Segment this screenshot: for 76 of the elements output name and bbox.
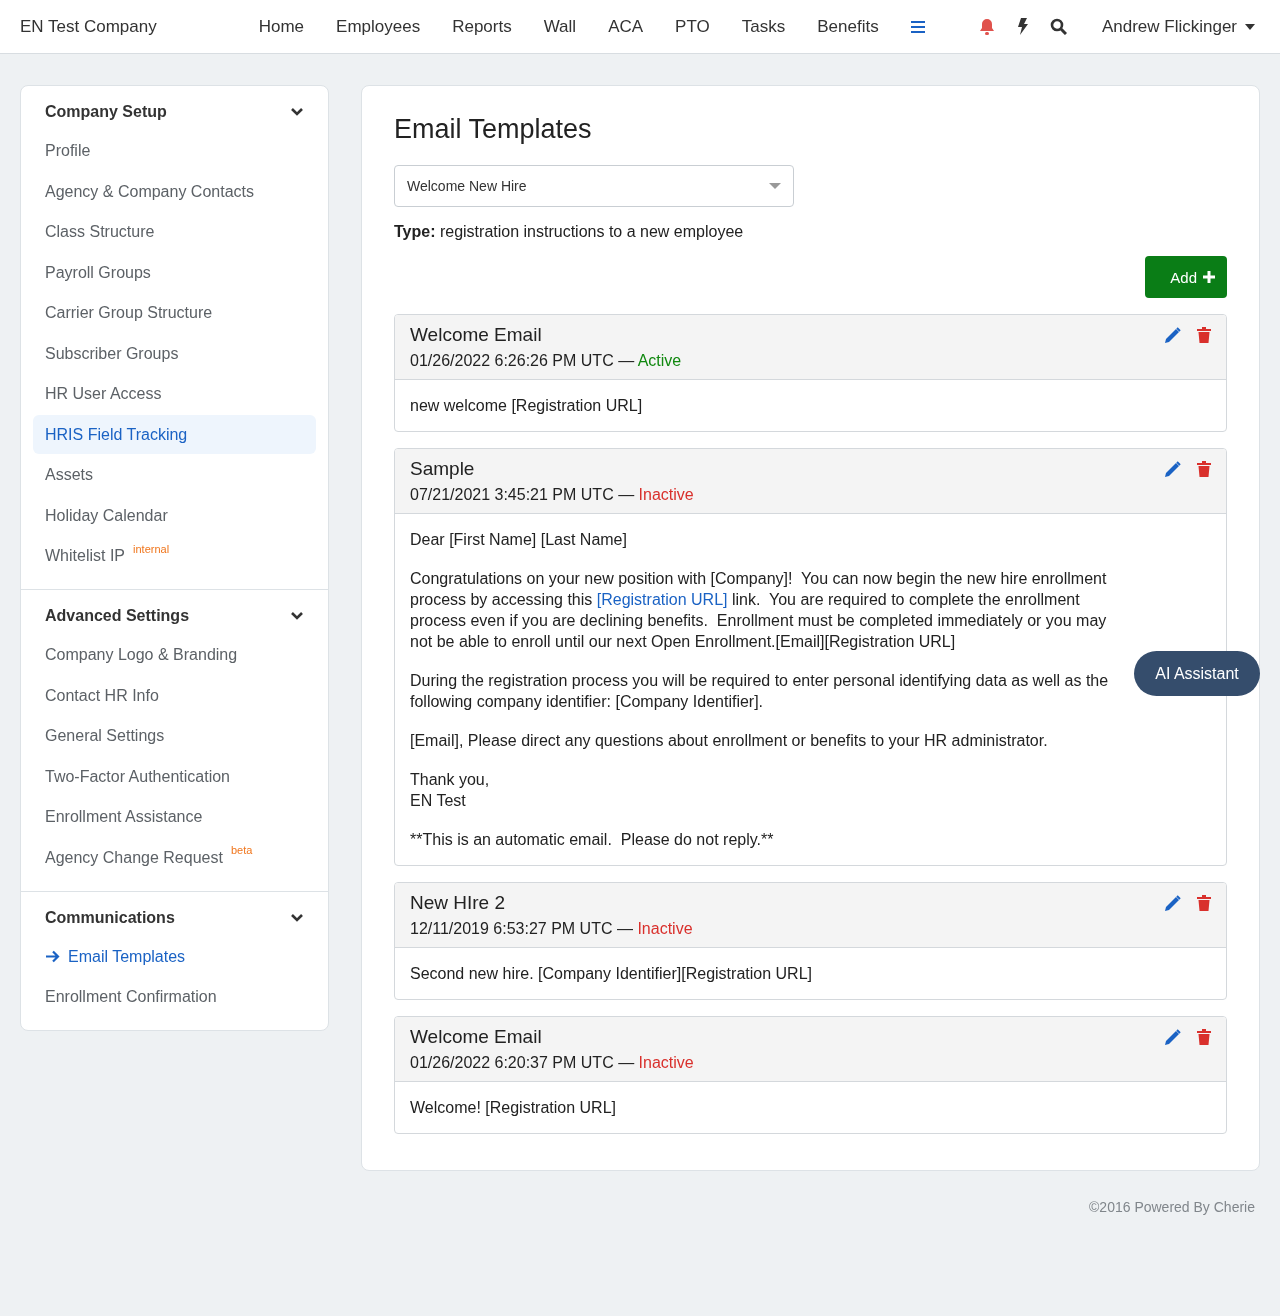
nav-link[interactable]: Home bbox=[242, 16, 321, 37]
sidebar-item[interactable]: Profile bbox=[33, 131, 316, 171]
sidebar-item[interactable]: Agency & Company Contacts bbox=[33, 172, 316, 211]
nav-link[interactable]: Reports bbox=[436, 16, 528, 37]
arrow-right-icon bbox=[45, 950, 60, 963]
sidebar-item[interactable]: Whitelist IP $^{internal}$ bbox=[33, 536, 316, 576]
sidebar-item[interactable]: HRIS Field Tracking bbox=[33, 415, 316, 454]
sidebar-item[interactable]: Company Logo & Branding bbox=[33, 635, 316, 675]
body-paragraph: Congratulations on your new position with [Company]! You can now begin the new hire enrollment process by accessing this [Registration URL] link. You are required to complete the enrollment process even if you are declining benefits. Enrollment must be completed immediately or you may not be able to enroll until our next Open Enrollment.[Email][Registration URL] bbox=[410, 569, 1108, 652]
caret-down-icon[interactable] bbox=[1245, 23, 1255, 30]
sidebar-item[interactable]: Assets bbox=[33, 455, 316, 495]
template-title: Welcome Email bbox=[410, 324, 543, 346]
user-menu[interactable]: Andrew Flickinger bbox=[1101, 16, 1255, 37]
pencil-icon[interactable] bbox=[1164, 327, 1181, 344]
body-paragraph: Thank you, EN Test bbox=[410, 770, 491, 811]
sidebar-item[interactable]: General Settings bbox=[33, 716, 316, 756]
nav-link[interactable]: Wall bbox=[527, 16, 593, 37]
trash-icon[interactable] bbox=[1197, 461, 1211, 477]
chevron-down-icon bbox=[290, 611, 304, 621]
nav-link[interactable]: Employees bbox=[320, 16, 437, 37]
nav-link[interactable]: PTO bbox=[659, 16, 726, 37]
body-paragraph: new welcome [Registration URL] bbox=[410, 396, 644, 416]
template-title: New HIre 2 bbox=[410, 892, 507, 914]
add-button[interactable]: Add bbox=[1145, 256, 1227, 298]
bell-icon[interactable] bbox=[978, 18, 995, 35]
template-title: Sample bbox=[410, 458, 476, 480]
body-paragraph: Second new hire. [Company Identifier][Registration URL] bbox=[410, 964, 813, 984]
body-paragraph: During the registration process you will be required to enter personal identifying data as well as the following company identifier: [Company Identifier]. bbox=[410, 671, 1110, 712]
trash-icon[interactable] bbox=[1197, 1029, 1211, 1045]
sidebar-item[interactable]: Holiday Calendar bbox=[33, 496, 316, 535]
trash-icon[interactable] bbox=[1197, 327, 1211, 343]
sidebar-item[interactable]: Email Templates bbox=[33, 937, 316, 976]
pencil-icon[interactable] bbox=[1164, 1029, 1181, 1046]
sidebar-item[interactable]: Enrollment Confirmation bbox=[33, 977, 316, 1017]
superscript-label: beta bbox=[230, 844, 253, 856]
template-select[interactable]: Welcome New Hire bbox=[394, 165, 794, 207]
plus-icon bbox=[1203, 271, 1215, 283]
superscript-label: internal bbox=[133, 542, 170, 555]
pencil-icon[interactable] bbox=[1164, 461, 1181, 478]
nav-link[interactable]: Benefits bbox=[801, 16, 895, 37]
menu-icon[interactable] bbox=[910, 20, 925, 33]
section-title[interactable]: Company Setup bbox=[45, 103, 167, 121]
sidebar-item[interactable]: Two-Factor Authentication bbox=[33, 757, 316, 796]
ai-assistant-button[interactable]: AI Assistant bbox=[1134, 651, 1260, 696]
sidebar-item[interactable]: Agency Change Request $^{beta}$ bbox=[33, 838, 316, 877]
section-title[interactable]: Advanced Settings bbox=[45, 607, 190, 625]
body-paragraph: [Email], Please direct any questions about enrollment or benefits to your HR administrator. bbox=[410, 731, 1049, 751]
registration-link[interactable]: [Registration URL] bbox=[596, 591, 728, 608]
company-name[interactable]: EN Test Company bbox=[20, 16, 157, 37]
page-title: Email Templates bbox=[394, 114, 593, 145]
nav-link[interactable]: ACA bbox=[592, 16, 660, 37]
lightning-icon[interactable] bbox=[1016, 18, 1028, 35]
template-title: Welcome Email bbox=[410, 1026, 543, 1048]
section-title[interactable]: Communications bbox=[45, 908, 175, 927]
chevron-down-icon bbox=[290, 912, 304, 923]
footer-text: ©2016 Powered By Cherie bbox=[1089, 1199, 1255, 1215]
search-icon[interactable] bbox=[1049, 18, 1067, 35]
type-description: Type: registration instructions to a new employee bbox=[394, 223, 745, 241]
nav-link[interactable]: Tasks bbox=[725, 16, 802, 37]
chevron-down-icon bbox=[290, 107, 304, 117]
template-date: 01/26/2022 6:26:26 PM UTC — Active bbox=[410, 352, 682, 370]
sidebar-item[interactable]: Class Structure bbox=[33, 212, 316, 252]
body-paragraph: **This is an automatic email. Please do not reply.** bbox=[410, 830, 775, 850]
sidebar-item[interactable]: HR User Access bbox=[33, 374, 316, 414]
pencil-icon[interactable] bbox=[1164, 895, 1181, 912]
sidebar-item[interactable]: Subscriber Groups bbox=[33, 334, 316, 373]
trash-icon[interactable] bbox=[1197, 895, 1211, 911]
body-paragraph: Welcome! [Registration URL] bbox=[410, 1098, 617, 1118]
sidebar-item[interactable]: Contact HR Info bbox=[33, 676, 316, 715]
sidebar-item[interactable]: Enrollment Assistance bbox=[33, 797, 316, 837]
sidebar-item[interactable]: Carrier Group Structure bbox=[33, 293, 316, 333]
template-date: 12/11/2019 6:53:27 PM UTC — Inactive bbox=[410, 920, 693, 938]
template-date: 01/26/2022 6:20:37 PM UTC — Inactive bbox=[410, 1054, 694, 1072]
template-date: 07/21/2021 3:45:21 PM UTC — Inactive bbox=[410, 486, 694, 504]
body-paragraph: Dear [First Name] [Last Name] bbox=[410, 530, 628, 550]
sidebar-item[interactable]: Payroll Groups bbox=[33, 253, 316, 292]
